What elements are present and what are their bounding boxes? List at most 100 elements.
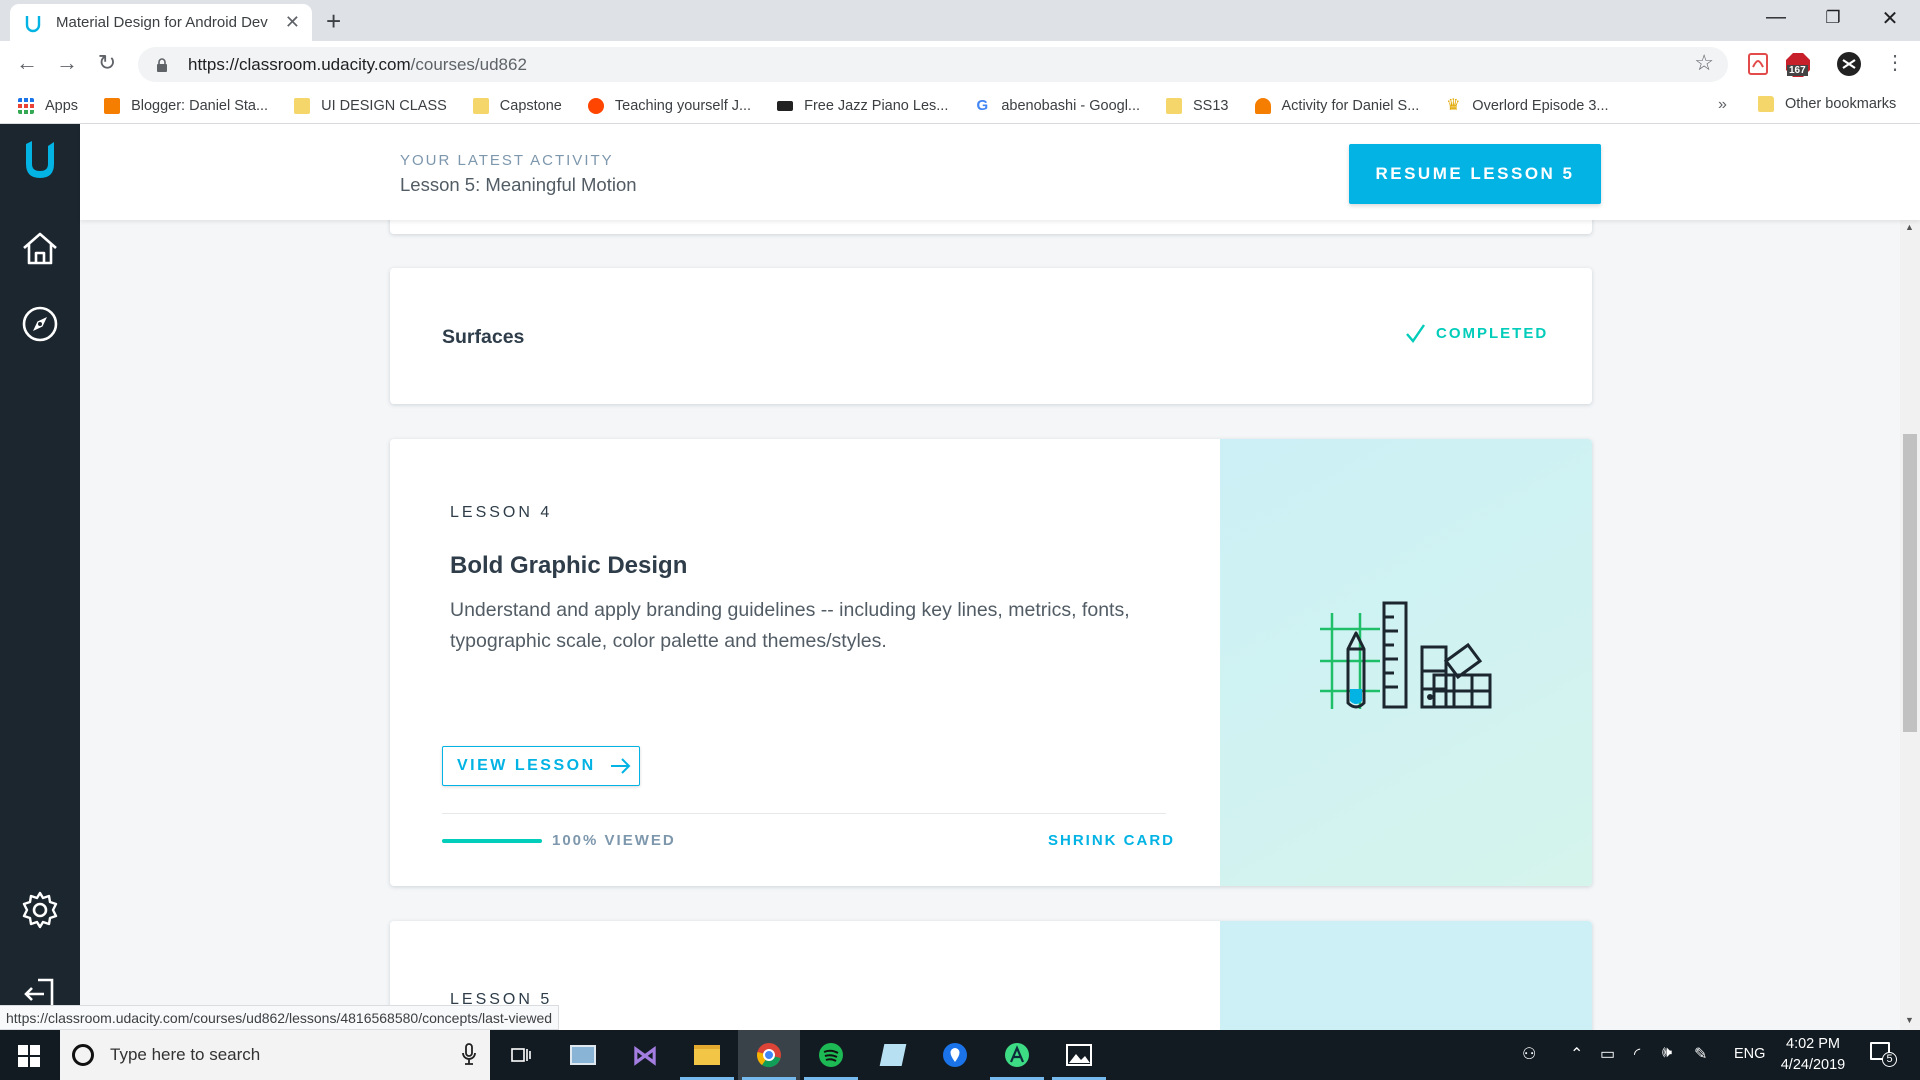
close-window-icon[interactable]: ✕ xyxy=(1870,6,1910,31)
taskbar-app-maps[interactable] xyxy=(924,1030,986,1080)
back-arrow-icon[interactable]: ← xyxy=(12,50,42,76)
tab-close-icon[interactable]: ✕ xyxy=(285,12,300,33)
progress-label: 100% VIEWED xyxy=(552,832,676,849)
address-bar[interactable]: https://classroom.udacity.com/courses/ud… xyxy=(138,47,1728,82)
bookmark-other[interactable]: Other bookmarks xyxy=(1758,96,1896,112)
android-studio-icon xyxy=(1005,1043,1029,1067)
visual-studio-icon: ⋈ xyxy=(632,1039,658,1070)
taskbar-app-spotify[interactable] xyxy=(800,1030,862,1080)
checkmark-icon xyxy=(1406,324,1425,343)
concept-title: Surfaces xyxy=(442,326,525,348)
arrow-right-icon xyxy=(610,758,631,774)
bookmark-ss13[interactable]: SS13 xyxy=(1166,97,1229,114)
task-view-icon[interactable] xyxy=(490,1030,552,1080)
bookmark-star-icon[interactable]: ☆ xyxy=(1694,50,1714,76)
crown-icon: ♛ xyxy=(1446,96,1461,114)
bookmark-apps[interactable]: Apps xyxy=(18,97,79,114)
scroll-up-icon[interactable]: ▲ xyxy=(1905,222,1914,232)
bookmark-capstone[interactable]: Capstone xyxy=(472,97,562,114)
udacity-logo-icon[interactable] xyxy=(18,138,62,182)
status-bar-url: https://classroom.udacity.com/courses/ud… xyxy=(0,1005,560,1030)
clock-date: 4/24/2019 xyxy=(1780,1057,1846,1073)
concept-card-surfaces[interactable]: Surfaces COMPLETED xyxy=(390,268,1592,404)
url-host: https://classroom.udacity.com xyxy=(188,54,411,74)
bookmark-abenobashi[interactable]: G abenobashi - Googl... xyxy=(974,97,1141,114)
bookmark-teaching-yourself[interactable]: Teaching yourself J... xyxy=(587,97,752,114)
action-center-icon[interactable]: 5 xyxy=(1870,1042,1897,1067)
progress-bar xyxy=(442,839,542,843)
restore-icon[interactable]: ❐ xyxy=(1813,8,1853,28)
pen-workspace-icon[interactable]: ✎ xyxy=(1694,1044,1707,1064)
activity-label: YOUR LATEST ACTIVITY xyxy=(400,152,614,169)
person-icon xyxy=(1254,97,1271,114)
url-text: https://classroom.udacity.com/courses/ud… xyxy=(188,55,527,75)
folder-icon xyxy=(1166,97,1183,114)
completed-label: COMPLETED xyxy=(1436,324,1549,342)
lock-icon xyxy=(157,57,167,72)
lesson-illustration-panel xyxy=(1220,439,1592,886)
bookmark-ui-design-class[interactable]: UI DESIGN CLASS xyxy=(294,97,447,114)
volume-icon[interactable]: 🕪 xyxy=(1662,1044,1672,1062)
bookmark-blogger[interactable]: Blogger: Daniel Sta... xyxy=(104,97,268,114)
compass-icon[interactable] xyxy=(18,302,62,346)
microphone-icon[interactable] xyxy=(462,1043,476,1065)
graphic-design-illustration-icon xyxy=(1320,601,1492,709)
notification-count: 5 xyxy=(1882,1052,1897,1067)
taskbar-app-photos[interactable] xyxy=(1048,1030,1110,1080)
taskbar-app-notes[interactable] xyxy=(862,1030,924,1080)
bookmark-jazz-piano[interactable]: Free Jazz Piano Les... xyxy=(777,98,948,114)
browser-tab[interactable]: Material Design for Android Dev ✕ xyxy=(10,4,312,41)
browser-toolbar: ← → ↻ https://classroom.udacity.com/cour… xyxy=(0,41,1920,88)
taskbar-app-android-studio[interactable] xyxy=(986,1030,1048,1080)
windows-taskbar: Type here to search ⋈ ⚇ ⌃ ▭ ◜ 🕪 ✎ ENG 4:… xyxy=(0,1030,1920,1080)
adblock-extension-icon[interactable]: 167 xyxy=(1784,51,1812,77)
profile-avatar-icon[interactable] xyxy=(1836,51,1862,77)
task-view-glyph-icon xyxy=(511,1048,531,1062)
home-icon[interactable] xyxy=(18,226,62,270)
settings-gear-icon[interactable] xyxy=(18,888,62,932)
taskbar-app-visual-studio[interactable]: ⋈ xyxy=(614,1030,676,1080)
minimize-icon[interactable]: — xyxy=(1756,6,1796,29)
lesson-card-5: LESSON 5 xyxy=(390,921,1592,1030)
lesson-card-4: LESSON 4 Bold Graphic Design Understand … xyxy=(390,439,1592,886)
taskbar-app-file-explorer[interactable] xyxy=(676,1030,738,1080)
show-hidden-icons-chevron[interactable]: ⌃ xyxy=(1570,1044,1583,1064)
view-lesson-button[interactable]: VIEW LESSON xyxy=(442,746,640,786)
bookmark-label: Teaching yourself J... xyxy=(614,97,752,114)
scroll-down-icon[interactable]: ▼ xyxy=(1905,1015,1914,1025)
people-icon[interactable]: ⚇ xyxy=(1522,1044,1536,1064)
new-tab-button[interactable]: + xyxy=(326,6,341,37)
taskbar-clock[interactable]: 4:02 PM 4/24/2019 xyxy=(1768,1034,1858,1076)
windows-start-icon[interactable] xyxy=(18,1045,40,1067)
maps-pin-icon xyxy=(943,1043,967,1067)
pdf-extension-icon[interactable] xyxy=(1745,51,1771,77)
forward-arrow-icon[interactable]: → xyxy=(52,50,82,76)
bookmark-activity[interactable]: Activity for Daniel S... xyxy=(1254,97,1419,114)
card-divider xyxy=(442,813,1166,814)
taskbar-app-chrome[interactable] xyxy=(738,1030,800,1080)
chrome-menu-icon[interactable]: ⋮ xyxy=(1880,50,1910,75)
page-scrollbar[interactable]: ▲ ▼ xyxy=(1900,220,1920,1030)
previous-concept-card xyxy=(390,220,1592,234)
bookmark-label: Apps xyxy=(45,97,79,114)
taskbar-app-remote-desktop[interactable] xyxy=(552,1030,614,1080)
scrollbar-thumb[interactable] xyxy=(1903,434,1917,732)
language-indicator[interactable]: ENG xyxy=(1734,1046,1765,1062)
remote-desktop-icon xyxy=(570,1045,596,1065)
udacity-favicon xyxy=(25,15,41,32)
taskbar-search-box[interactable]: Type here to search xyxy=(60,1030,490,1080)
lesson-number: LESSON 4 xyxy=(450,504,553,521)
bookmarks-overflow-icon[interactable]: » xyxy=(1718,96,1727,114)
apps-grid-icon xyxy=(18,97,34,114)
bookmark-label: UI DESIGN CLASS xyxy=(321,97,447,114)
battery-icon[interactable]: ▭ xyxy=(1600,1044,1615,1064)
search-placeholder: Type here to search xyxy=(110,1045,261,1064)
wifi-icon[interactable]: ◜ xyxy=(1634,1044,1640,1064)
bookmark-overlord[interactable]: ♛ Overlord Episode 3... xyxy=(1445,96,1608,114)
lesson-title: Bold Graphic Design xyxy=(450,552,688,579)
chrome-icon xyxy=(757,1043,781,1068)
blogger-icon xyxy=(104,97,121,114)
reload-icon[interactable]: ↻ xyxy=(92,50,122,76)
resume-lesson-button[interactable]: RESUME LESSON 5 xyxy=(1349,144,1601,204)
shrink-card-button[interactable]: SHRINK CARD xyxy=(1048,832,1175,849)
